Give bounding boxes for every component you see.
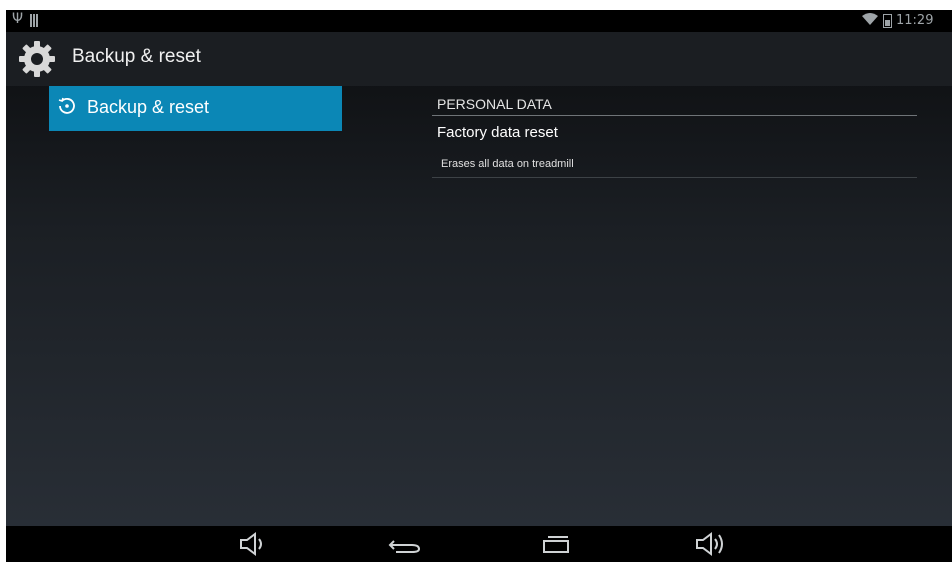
recents-icon[interactable] — [540, 534, 572, 560]
volume-up-icon[interactable] — [694, 531, 728, 557]
factory-data-reset-item[interactable]: Factory data reset Erases all data on tr… — [432, 116, 917, 178]
volume-down-icon[interactable] — [238, 531, 268, 557]
clock: 11:29 — [896, 13, 934, 28]
factory-data-reset-title: Factory data reset — [437, 124, 558, 141]
wifi-icon — [862, 12, 878, 30]
sidebar-item-label: Backup & reset — [87, 97, 210, 117]
settings-gear-icon[interactable] — [18, 40, 56, 78]
battery-icon — [883, 14, 892, 28]
status-bar: Ψ 11:29 — [6, 10, 952, 32]
screen: Ψ 11:29 Backup & reset Backup & reset PE… — [6, 10, 952, 562]
section-header: PERSONAL DATA — [437, 96, 552, 112]
sidebar-item-backup-reset[interactable]: Backup & reset — [49, 86, 342, 131]
page-title: Backup & reset — [72, 46, 201, 67]
sd-card-icon — [30, 14, 40, 27]
action-bar: Backup & reset — [6, 32, 952, 86]
usb-icon: Ψ — [12, 11, 24, 27]
navigation-bar — [6, 526, 952, 562]
item-divider — [432, 177, 917, 178]
factory-data-reset-summary: Erases all data on treadmill — [441, 158, 574, 170]
back-icon[interactable] — [388, 538, 422, 562]
history-icon — [58, 97, 76, 115]
